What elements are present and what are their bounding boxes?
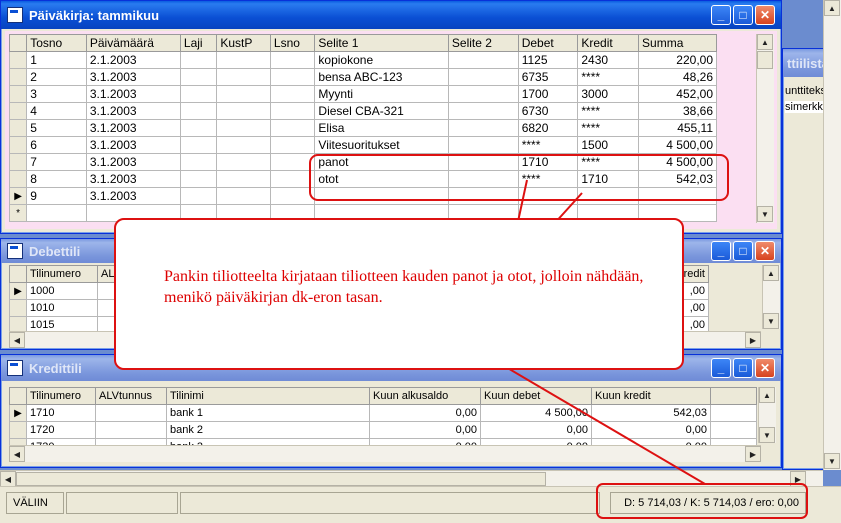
highlight-totals bbox=[596, 483, 808, 519]
annotation-text: Pankin tiliotteelta kirjataan tiliotteen… bbox=[164, 268, 644, 306]
highlight-panot-otot bbox=[309, 154, 729, 201]
annotation-callout: Pankin tiliotteelta kirjataan tiliotteen… bbox=[114, 218, 684, 370]
